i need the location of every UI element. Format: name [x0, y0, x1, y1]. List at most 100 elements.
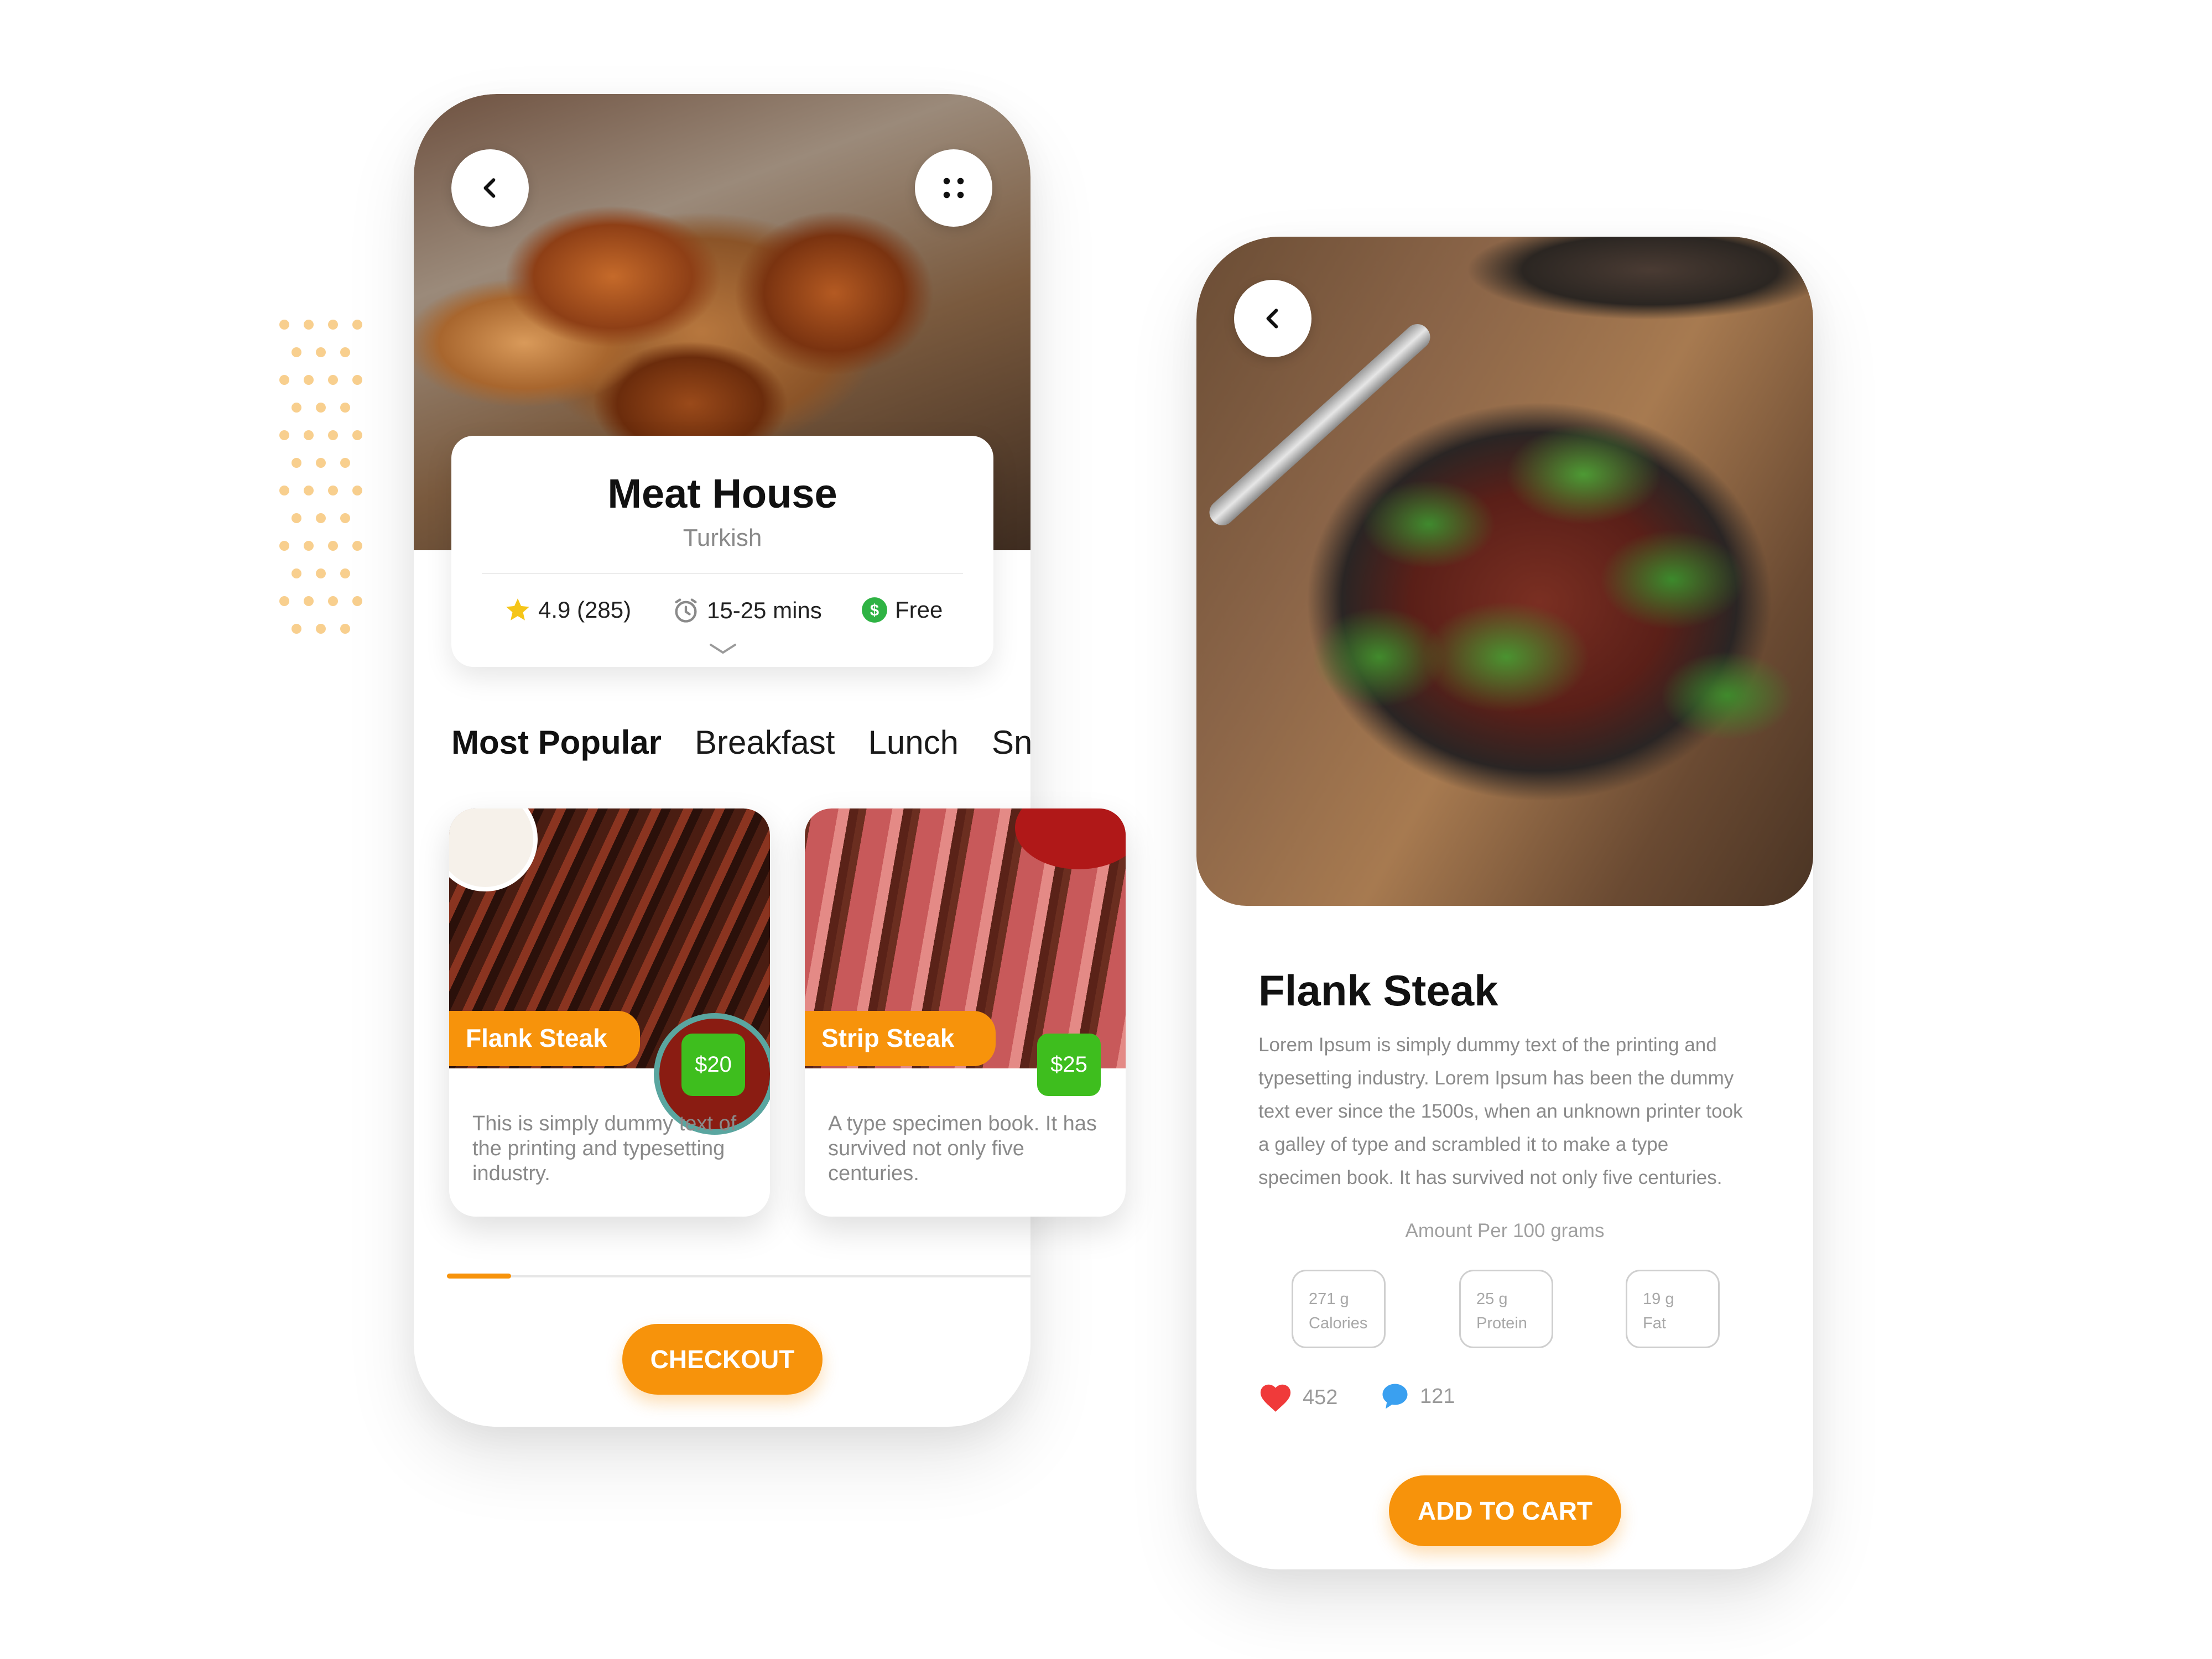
decorative-dot — [292, 347, 301, 357]
decorative-dot — [328, 430, 338, 440]
tab-lunch[interactable]: Lunch — [868, 723, 958, 761]
decorative-dot — [304, 486, 314, 495]
nutrition-label: Calories — [1309, 1314, 1368, 1332]
decorative-dot — [279, 596, 289, 606]
menu-item-card[interactable]: Flank Steak $20 This is simply dummy tex… — [449, 808, 770, 1217]
decorative-dot — [340, 347, 350, 357]
menu-item-price: $25 — [1037, 1034, 1101, 1096]
back-arrow-icon — [483, 178, 496, 198]
decorative-dot — [316, 513, 326, 523]
menu-item-description: This is simply dummy text of the printin… — [472, 1112, 737, 1185]
menu-button[interactable] — [915, 149, 992, 227]
back-button[interactable] — [451, 149, 529, 227]
nutrition-calories: 271 g Calories — [1292, 1270, 1386, 1348]
delivery-fee-text: Free — [895, 597, 943, 623]
dollar-icon: $ — [862, 597, 887, 623]
decorative-dot — [292, 568, 301, 578]
scroll-indicator[interactable] — [447, 1274, 511, 1279]
decorative-dot — [292, 624, 301, 634]
menu-item-name: Strip Steak — [805, 1011, 996, 1066]
decorative-dot — [316, 568, 326, 578]
decorative-dot — [328, 596, 338, 606]
decorative-dot — [352, 596, 362, 606]
decorative-dot — [279, 486, 289, 495]
decorative-dot — [304, 430, 314, 440]
decorative-dot — [279, 320, 289, 330]
decorative-dot — [328, 541, 338, 551]
tab-breakfast[interactable]: Breakfast — [695, 723, 835, 761]
checkout-button[interactable]: CHECKOUT — [622, 1324, 823, 1395]
decorative-dot — [316, 403, 326, 413]
dish-title: Flank Steak — [1258, 966, 1498, 1015]
amount-label: Amount Per 100 grams — [1405, 1220, 1605, 1241]
menu-item-price: $20 — [681, 1034, 745, 1096]
clock-icon — [675, 598, 697, 623]
decorative-dot — [304, 375, 314, 385]
tab-snacks[interactable]: Sna — [992, 723, 1030, 761]
divider — [482, 573, 963, 574]
restaurant-cuisine: Turkish — [683, 524, 762, 551]
decorative-dot — [328, 320, 338, 330]
nutrition-label: Fat — [1643, 1314, 1666, 1332]
scroll-track[interactable] — [447, 1275, 1030, 1277]
comment-icon — [1382, 1384, 1408, 1409]
decorative-dot — [340, 624, 350, 634]
svg-text:$: $ — [870, 602, 879, 619]
decorative-dot — [352, 486, 362, 495]
decorative-dot — [340, 513, 350, 523]
decorative-dot — [316, 624, 326, 634]
decorative-dot — [352, 541, 362, 551]
rating: 4.9 (285) — [504, 596, 631, 624]
grid-menu-icon — [943, 178, 964, 199]
nutrition-label: Protein — [1476, 1314, 1527, 1332]
decorative-dot — [328, 486, 338, 495]
back-arrow-icon — [1266, 309, 1278, 328]
decorative-dot — [340, 403, 350, 413]
restaurant-info-card: Meat House Turkish 4.9 (285) 15-25 mins … — [451, 436, 993, 667]
nutrition-value: 271 g — [1309, 1290, 1349, 1308]
nutrition-fat: 19 g Fat — [1626, 1270, 1720, 1348]
restaurant-name: Meat House — [607, 471, 837, 517]
tab-most-popular[interactable]: Most Popular — [451, 723, 662, 761]
decorative-dot — [304, 320, 314, 330]
decorative-dot — [316, 347, 326, 357]
menu-item-description: A type specimen book. It has survived no… — [828, 1112, 1097, 1185]
decorative-dot — [304, 541, 314, 551]
nutrition-protein: 25 g Protein — [1459, 1270, 1553, 1348]
decorative-dot — [352, 320, 362, 330]
delivery-time-text: 15-25 mins — [707, 597, 822, 623]
nutrition-value: 19 g — [1643, 1290, 1674, 1308]
decorative-dot — [352, 375, 362, 385]
decorative-dot — [304, 596, 314, 606]
heart-icon — [1260, 1384, 1291, 1412]
decorative-dot — [279, 430, 289, 440]
decorative-dot — [316, 458, 326, 468]
star-icon — [506, 598, 529, 620]
decorative-dot — [352, 430, 362, 440]
decorative-dot — [328, 375, 338, 385]
menu-item-card[interactable]: Strip Steak $25 A type specimen book. It… — [805, 808, 1126, 1217]
decorative-dot — [292, 458, 301, 468]
delivery-time: 15-25 mins — [672, 596, 822, 625]
dish-detail-screen: Flank Steak Lorem Ipsum is simply dummy … — [1196, 237, 1813, 1569]
chevron-down-icon[interactable] — [709, 641, 737, 656]
delivery-fee: $ Free — [861, 596, 943, 624]
back-button[interactable] — [1234, 280, 1311, 357]
comments[interactable]: 121 — [1380, 1381, 1455, 1411]
decorative-dot-pattern — [279, 320, 412, 651]
decorative-dot — [292, 513, 301, 523]
decorative-dot — [340, 568, 350, 578]
likes-count: 452 — [1303, 1385, 1338, 1409]
likes[interactable]: 452 — [1258, 1381, 1337, 1413]
category-tabs: Most Popular Breakfast Lunch Sna — [451, 723, 1030, 761]
dish-description: Lorem Ipsum is simply dummy text of the … — [1258, 1034, 1743, 1188]
add-to-cart-button[interactable]: ADD TO CART — [1389, 1475, 1621, 1546]
decorative-dot — [279, 375, 289, 385]
menu-item-name: Flank Steak — [449, 1011, 640, 1066]
restaurant-screen: Meat House Turkish 4.9 (285) 15-25 mins … — [414, 94, 1030, 1427]
rating-text: 4.9 (285) — [538, 597, 632, 623]
fork-graphic — [1204, 319, 1435, 531]
decorative-dot — [279, 541, 289, 551]
decorative-dot — [292, 403, 301, 413]
nutrition-value: 25 g — [1476, 1290, 1508, 1308]
